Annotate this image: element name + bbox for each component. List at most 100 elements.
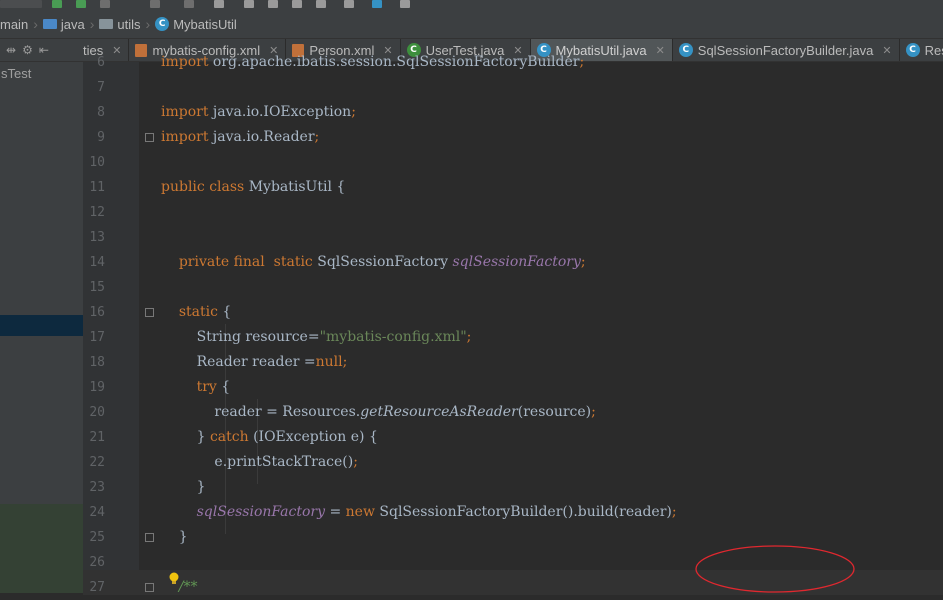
code-text: }: [161, 529, 188, 545]
fold-marker-icon[interactable]: [145, 583, 154, 592]
debug-icon[interactable]: [76, 0, 86, 8]
gear-icon[interactable]: ⚙: [22, 43, 33, 57]
line-number: 10: [89, 155, 105, 170]
hide-icon[interactable]: ⇤: [39, 43, 49, 57]
breadcrumb-label: java: [60, 16, 85, 32]
chevron-right-icon: ›: [89, 16, 95, 32]
class-icon: C: [155, 17, 170, 31]
code-line[interactable]: 7: [83, 75, 943, 100]
code-text: public class MybatisUtil {: [161, 179, 346, 195]
breadcrumb-utils[interactable]: utils: [96, 17, 143, 32]
line-number: 26: [89, 555, 105, 570]
line-number: 19: [89, 380, 105, 395]
line-number: 27: [89, 580, 105, 595]
code-text: import java.io.IOException;: [161, 104, 356, 120]
line-number: 20: [89, 405, 105, 420]
commit-icon[interactable]: [244, 0, 254, 8]
line-number: 13: [89, 230, 105, 245]
code-text: } catch (IOException e) {: [161, 429, 378, 445]
code-text: Reader reader =null;: [161, 354, 348, 370]
tree-region: [0, 504, 83, 593]
code-text: reader = Resources.getResourceAsReader(r…: [161, 404, 596, 420]
line-number: 11: [89, 180, 105, 195]
sdk-icon[interactable]: [400, 0, 410, 8]
code-line[interactable]: 14 private final static SqlSessionFactor…: [83, 250, 943, 275]
structure-icon[interactable]: [344, 0, 354, 8]
breadcrumb-label: MybatisUtil: [173, 16, 237, 32]
code-line[interactable]: 17 String resource="mybatis-config.xml";: [83, 325, 943, 350]
line-number: 9: [97, 130, 105, 145]
fold-marker-icon[interactable]: [145, 533, 154, 542]
code-line[interactable]: 6 import org.apache.ibatis.session.SqlSes…: [83, 50, 943, 75]
code-line[interactable]: 10: [83, 150, 943, 175]
line-number: 15: [89, 280, 105, 295]
line-number: 8: [97, 105, 105, 120]
selected-tree-row[interactable]: [0, 315, 83, 336]
line-number: 6: [97, 55, 105, 70]
code-text: try {: [196, 379, 231, 395]
breadcrumb-main[interactable]: main: [0, 17, 31, 32]
code-line[interactable]: 11 public class MybatisUtil {: [83, 175, 943, 200]
line-number: 23: [89, 480, 105, 495]
project-tree-item[interactable]: sTest: [0, 62, 83, 84]
code-line[interactable]: 23 }: [83, 475, 943, 500]
chevron-right-icon: ›: [33, 16, 38, 32]
line-number: 25: [89, 530, 105, 545]
code-line[interactable]: 24 sqlSessionFactory = new SqlSessionFac…: [83, 500, 943, 525]
line-number: 17: [89, 330, 105, 345]
chevron-right-icon: ›: [145, 16, 151, 32]
code-text: static {: [178, 304, 232, 320]
collapse-icon[interactable]: ⇹: [6, 43, 16, 57]
fold-marker-icon[interactable]: [145, 308, 154, 317]
coverage-icon[interactable]: [100, 0, 110, 8]
sidebar-toolbar: ⇹ ⚙ ⇤: [0, 39, 83, 62]
code-line[interactable]: 16 static {: [83, 300, 943, 325]
build-icon[interactable]: [184, 0, 194, 8]
vcs-icon[interactable]: [214, 0, 224, 8]
code-text: String resource="mybatis-config.xml";: [161, 329, 472, 345]
breadcrumb-label: utils: [117, 16, 141, 32]
run-icon[interactable]: [52, 0, 62, 8]
code-line[interactable]: 19 try {: [83, 375, 943, 400]
run-config-dropdown[interactable]: [0, 0, 42, 8]
line-number: 12: [89, 205, 105, 220]
line-number: 7: [97, 80, 105, 95]
code-line[interactable]: 20 reader = Resources.getResourceAsReade…: [83, 400, 943, 425]
project-sidebar: ⇹ ⚙ ⇤ sTest: [0, 39, 84, 593]
revert-icon[interactable]: [292, 0, 302, 8]
settings-icon[interactable]: [316, 0, 326, 8]
history-icon[interactable]: [268, 0, 278, 8]
red-circle-annotation: [695, 545, 855, 593]
code-text: e.printStackTrace();: [161, 454, 358, 470]
tree-item-label: sTest: [1, 66, 32, 81]
code-text: sqlSessionFactory = new SqlSessionFactor…: [196, 504, 677, 520]
breadcrumb-java[interactable]: java: [40, 17, 88, 32]
code-line[interactable]: 9 import java.io.Reader;: [83, 125, 943, 150]
code-text: import java.io.Reader;: [161, 129, 320, 145]
main-toolbar: [0, 0, 943, 10]
code-text: private final static SqlSessionFactory s…: [178, 254, 586, 270]
stop-icon[interactable]: [150, 0, 160, 8]
code-line[interactable]: 8 import java.io.IOException;: [83, 100, 943, 125]
lightbulb-icon[interactable]: [168, 572, 180, 586]
breadcrumb-class[interactable]: C MybatisUtil: [152, 17, 240, 32]
folder-icon: [99, 19, 114, 29]
code-editor[interactable]: 6 import org.apache.ibatis.session.SqlSes…: [83, 54, 943, 595]
breadcrumb: main › java › utils › C MybatisUtil: [0, 10, 943, 39]
line-number: 22: [89, 455, 105, 470]
fold-marker-icon[interactable]: [145, 133, 154, 142]
line-number: 18: [89, 355, 105, 370]
code-line[interactable]: 12: [83, 200, 943, 225]
line-number: 16: [89, 305, 105, 320]
code-line[interactable]: 15: [83, 275, 943, 300]
project-structure-icon[interactable]: [372, 0, 382, 8]
line-number: 21: [89, 430, 105, 445]
code-line[interactable]: 18 Reader reader =null;: [83, 350, 943, 375]
code-line[interactable]: 21 } catch (IOException e) {: [83, 425, 943, 450]
code-text: import org.apache.ibatis.session.SqlSess…: [161, 54, 585, 70]
code-line[interactable]: 13: [83, 225, 943, 250]
breadcrumb-label: main: [0, 16, 29, 32]
line-number: 14: [89, 255, 105, 270]
code-text: }: [161, 479, 206, 495]
code-line[interactable]: 22 e.printStackTrace();: [83, 450, 943, 475]
